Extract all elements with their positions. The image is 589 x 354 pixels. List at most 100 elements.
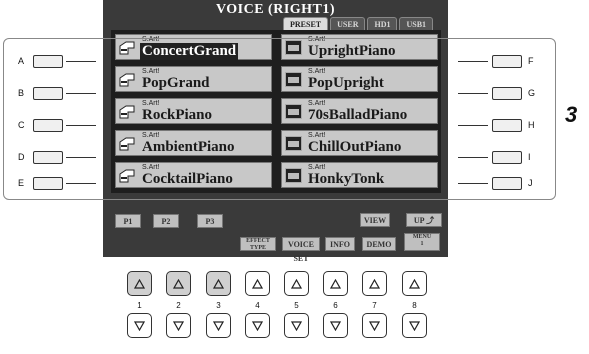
effect-type-button[interactable]: EFFECT TYPE (240, 237, 276, 251)
down-triangle-icon (369, 320, 380, 331)
side-letter: I (528, 152, 531, 162)
down-triangle-icon (330, 320, 341, 331)
side-leader-line (66, 93, 96, 94)
up-button-8[interactable] (402, 271, 427, 296)
side-button-face[interactable] (33, 119, 63, 132)
down-triangle-icon (409, 320, 420, 331)
side-letter: A (18, 56, 25, 66)
tab-user[interactable]: USER (330, 17, 366, 30)
side-button-face[interactable] (492, 177, 522, 190)
button-number-label: 8 (412, 301, 417, 310)
down-triangle-icon (213, 320, 224, 331)
tab-preset[interactable]: PRESET (283, 17, 329, 30)
info-button[interactable]: INFO (325, 237, 355, 251)
side-button-face[interactable] (492, 151, 522, 164)
button-number-label: 6 (333, 301, 338, 310)
side-leader-line (458, 125, 488, 126)
up-button-1[interactable] (127, 271, 152, 296)
side-button-a[interactable]: A (0, 54, 103, 68)
lcd-function-area: P1 P2 P3 VIEW UP ⤴ EFFECT TYPE VOICE SET… (103, 197, 448, 263)
button-number-label: 3 (216, 301, 221, 310)
up-triangle-icon (409, 278, 420, 289)
side-button-e[interactable]: E (0, 176, 103, 190)
side-letter: F (528, 56, 534, 66)
up-button-2[interactable] (166, 271, 191, 296)
screen-title: VOICE (RIGHT1) (215, 2, 336, 17)
up-triangle-icon (369, 278, 380, 289)
menu-number: 1 (420, 241, 424, 247)
side-button-face[interactable] (33, 177, 63, 190)
view-button[interactable]: VIEW (360, 213, 390, 227)
up-triangle-icon (213, 278, 224, 289)
button-number-label: 7 (372, 301, 377, 310)
down-triangle-icon (134, 320, 145, 331)
side-leader-line (66, 125, 96, 126)
side-letter: C (18, 120, 25, 130)
voice-set-button[interactable]: VOICE SET (282, 237, 320, 263)
up-button-3[interactable] (206, 271, 231, 296)
menu-label: MENU (412, 234, 432, 240)
side-leader-line (458, 157, 488, 158)
side-button-f[interactable]: F (448, 54, 548, 68)
effect-type-line2: TYPE (249, 245, 266, 251)
up-button[interactable]: UP ⤴ (406, 213, 442, 227)
tab-bar: PRESET USER HD1 USB1 (283, 17, 435, 30)
down-triangle-icon (173, 320, 184, 331)
side-button-j[interactable]: J (448, 176, 548, 190)
side-button-face[interactable] (33, 87, 63, 100)
side-leader-line (66, 157, 96, 158)
up-triangle-icon (252, 278, 263, 289)
side-leader-line (458, 183, 488, 184)
side-letter: E (18, 178, 25, 188)
side-button-face[interactable] (492, 119, 522, 132)
demo-button[interactable]: DEMO (362, 237, 396, 251)
side-button-face[interactable] (33, 151, 63, 164)
button-number-label: 2 (176, 301, 181, 310)
side-button-face[interactable] (33, 55, 63, 68)
side-letter: J (528, 178, 533, 188)
p3-button[interactable]: P3 (197, 214, 223, 228)
side-letter: G (528, 88, 536, 98)
side-button-b[interactable]: B (0, 86, 103, 100)
up-button-5[interactable] (284, 271, 309, 296)
down-button-1[interactable] (127, 313, 152, 338)
side-letter: D (18, 152, 25, 162)
side-button-i[interactable]: I (448, 150, 548, 164)
menu-button[interactable]: MENU 1 (404, 233, 440, 251)
side-button-c[interactable]: C (0, 118, 103, 132)
p1-button[interactable]: P1 (115, 214, 141, 228)
side-button-face[interactable] (492, 55, 522, 68)
side-leader-line (66, 61, 96, 62)
p2-button[interactable]: P2 (153, 214, 179, 228)
button-number-label: 5 (294, 301, 299, 310)
side-leader-line (458, 93, 488, 94)
side-leader-line (458, 61, 488, 62)
up-button-7[interactable] (362, 271, 387, 296)
down-triangle-icon (252, 320, 263, 331)
step-callout-number: 3 (565, 102, 578, 127)
down-button-5[interactable] (284, 313, 309, 338)
tab-usb1[interactable]: USB1 (399, 17, 434, 30)
side-button-h[interactable]: H (448, 118, 548, 132)
up-label: UP (413, 216, 425, 225)
side-button-g[interactable]: G (448, 86, 548, 100)
side-button-face[interactable] (492, 87, 522, 100)
down-button-4[interactable] (245, 313, 270, 338)
up-button-4[interactable] (245, 271, 270, 296)
down-button-3[interactable] (206, 313, 231, 338)
side-leader-line (66, 183, 96, 184)
button-number-label: 4 (255, 301, 260, 310)
side-letter: B (18, 88, 25, 98)
up-triangle-icon (134, 278, 145, 289)
up-triangle-icon (173, 278, 184, 289)
tab-hd1[interactable]: HD1 (367, 17, 398, 30)
up-arrow-icon: ⤴ (426, 216, 435, 225)
down-button-6[interactable] (323, 313, 348, 338)
down-button-2[interactable] (166, 313, 191, 338)
down-triangle-icon (291, 320, 302, 331)
down-button-7[interactable] (362, 313, 387, 338)
up-button-6[interactable] (323, 271, 348, 296)
side-button-d[interactable]: D (0, 150, 103, 164)
up-triangle-icon (330, 278, 341, 289)
down-button-8[interactable] (402, 313, 427, 338)
